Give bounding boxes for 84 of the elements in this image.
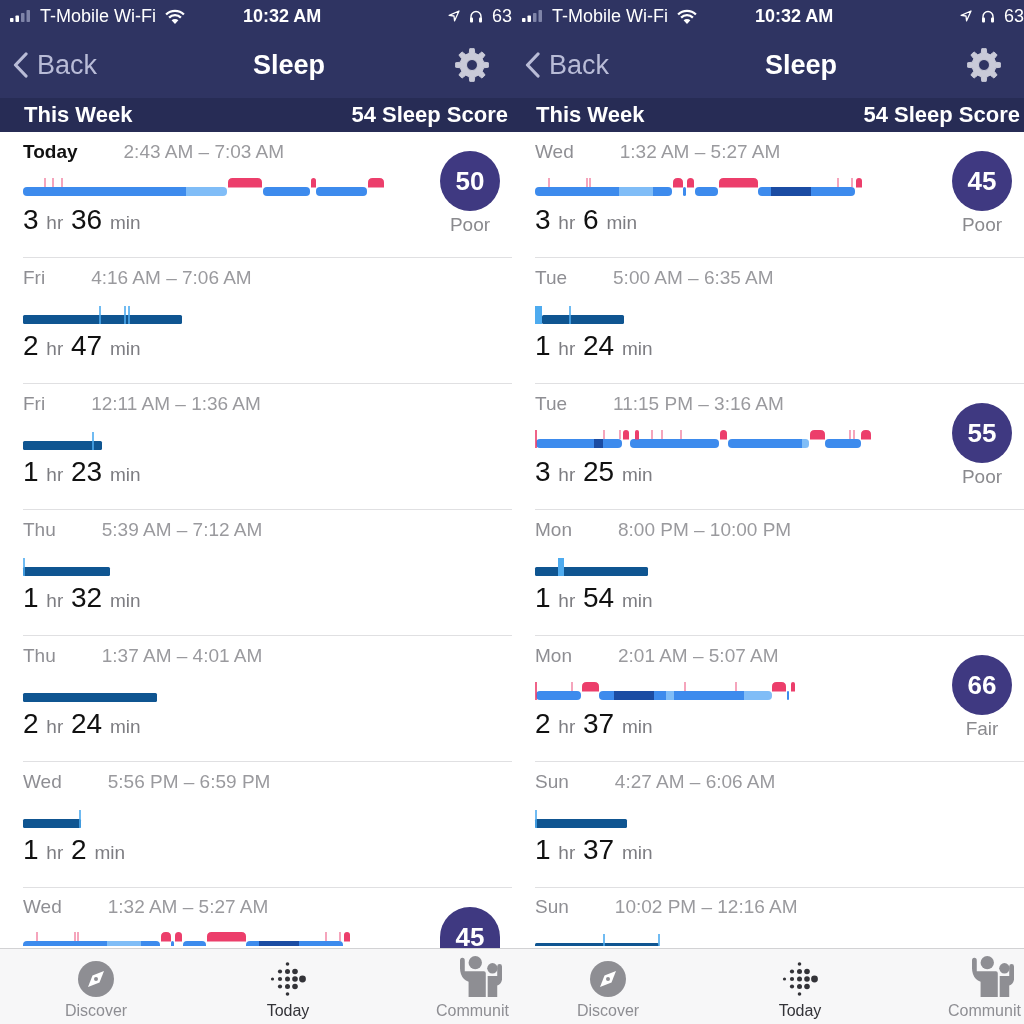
wifi-icon (677, 8, 697, 24)
day-label: Sun (535, 771, 569, 793)
day-label: Wed (535, 141, 574, 163)
signal-bars-icon (10, 10, 31, 22)
time-range: 4:27 AM – 6:06 AM (614, 771, 776, 793)
sleep-score-badge: 66 (952, 655, 1012, 715)
sleep-timeline-drawing (22, 810, 82, 828)
day-label: Thu (23, 519, 56, 541)
sleep-duration: 3 hr 36 min (23, 204, 141, 237)
back-button[interactable]: Back (13, 49, 98, 81)
compass-icon (78, 961, 114, 997)
time-range: 4:16 AM – 7:06 AM (91, 267, 252, 289)
people-icon (459, 955, 503, 997)
signal-bars-icon (522, 10, 543, 22)
dots-icon (782, 961, 818, 997)
day-label: Thu (23, 645, 56, 667)
time-range: 10:02 PM – 12:16 AM (614, 896, 798, 918)
time-range: 12:11 AM – 1:36 AM (91, 393, 261, 415)
sleep-score-rating: Poor (449, 214, 491, 236)
day-label: Tue (535, 393, 568, 415)
settings-icon[interactable] (455, 48, 489, 82)
day-label: Tue (535, 267, 568, 289)
time-range: 1:37 AM – 4:01 AM (101, 645, 263, 667)
location-arrow-icon (447, 10, 460, 22)
settings-icon[interactable] (967, 48, 1001, 82)
status-time: 10:32 AM (755, 5, 834, 27)
headphones-icon (980, 9, 995, 23)
sleep-duration: 2 hr 47 min (23, 330, 141, 363)
day-label: Sun (535, 896, 569, 918)
time-range: 11:15 PM – 3:16 AM (613, 393, 784, 415)
sleep-score-badge: 50 (440, 151, 500, 211)
sleep-score-badge: 45 (952, 151, 1012, 211)
people-icon (971, 955, 1015, 997)
tab-item[interactable]: Today (192, 949, 384, 1024)
screen-title: Sleep (253, 49, 326, 81)
sleep-duration: 3 hr 6 min (535, 204, 638, 237)
back-button[interactable]: Back (525, 49, 610, 81)
summary-period: This Week (24, 102, 133, 128)
sleep-duration: 2 hr 37 min (535, 708, 653, 741)
time-range: 5:56 PM – 6:59 PM (107, 771, 271, 793)
day-label: Mon (535, 519, 572, 541)
sleep-score-rating: Poor (961, 214, 1003, 236)
battery-percentage: 63 (1003, 5, 1024, 27)
headphones-icon (468, 9, 483, 23)
sleep-duration: 3 hr 25 min (535, 456, 653, 489)
time-range: 5:00 AM – 6:35 AM (613, 267, 774, 289)
weekly-sleep-score: 54 Sleep Score (863, 102, 1020, 128)
sleep-score-rating: Fair (965, 718, 999, 740)
weekly-sleep-score: 54 Sleep Score (351, 102, 508, 128)
chevron-left-icon (525, 52, 540, 78)
day-label: Fri (23, 393, 46, 415)
sleep-score-rating: Poor (961, 466, 1003, 488)
summary-period: This Week (536, 102, 645, 128)
sleep-duration: 1 hr 32 min (23, 582, 141, 615)
day-label: Fri (23, 267, 46, 289)
sleep-score-badge: 45 (440, 907, 500, 948)
wifi-icon (165, 8, 185, 24)
time-range: 2:01 AM – 5:07 AM (617, 645, 779, 667)
time-range: 1:32 AM – 5:27 AM (107, 896, 269, 918)
chevron-left-icon (13, 52, 28, 78)
carrier-name: T-Mobile Wi-Fi (40, 5, 156, 27)
sleep-duration: 1 hr 2 min (23, 834, 126, 867)
screen-title: Sleep (765, 49, 838, 81)
battery-percentage: 63 (491, 5, 512, 27)
sleep-duration: 1 hr 37 min (535, 834, 653, 867)
time-range: 2:43 AM – 7:03 AM (123, 141, 285, 163)
sleep-duration: 1 hr 24 min (535, 330, 653, 363)
status-time: 10:32 AM (243, 5, 322, 27)
location-arrow-icon (959, 10, 972, 22)
sleep-duration: 1 hr 54 min (535, 582, 653, 615)
sleep-duration: 1 hr 23 min (23, 456, 141, 489)
day-label: Wed (23, 896, 62, 918)
time-range: 5:39 AM – 7:12 AM (101, 519, 263, 541)
day-label: Today (23, 141, 78, 163)
day-label: Wed (23, 771, 62, 793)
sleep-duration: 2 hr 24 min (23, 708, 141, 741)
time-range: 8:00 PM – 10:00 PM (617, 519, 792, 541)
tab-item[interactable]: Today (704, 949, 896, 1024)
carrier-name: T-Mobile Wi-Fi (552, 5, 668, 27)
compass-icon (590, 961, 626, 997)
dots-icon (270, 961, 306, 997)
day-label: Mon (535, 645, 572, 667)
time-range: 1:32 AM – 5:27 AM (619, 141, 781, 163)
sleep-score-badge: 55 (952, 403, 1012, 463)
